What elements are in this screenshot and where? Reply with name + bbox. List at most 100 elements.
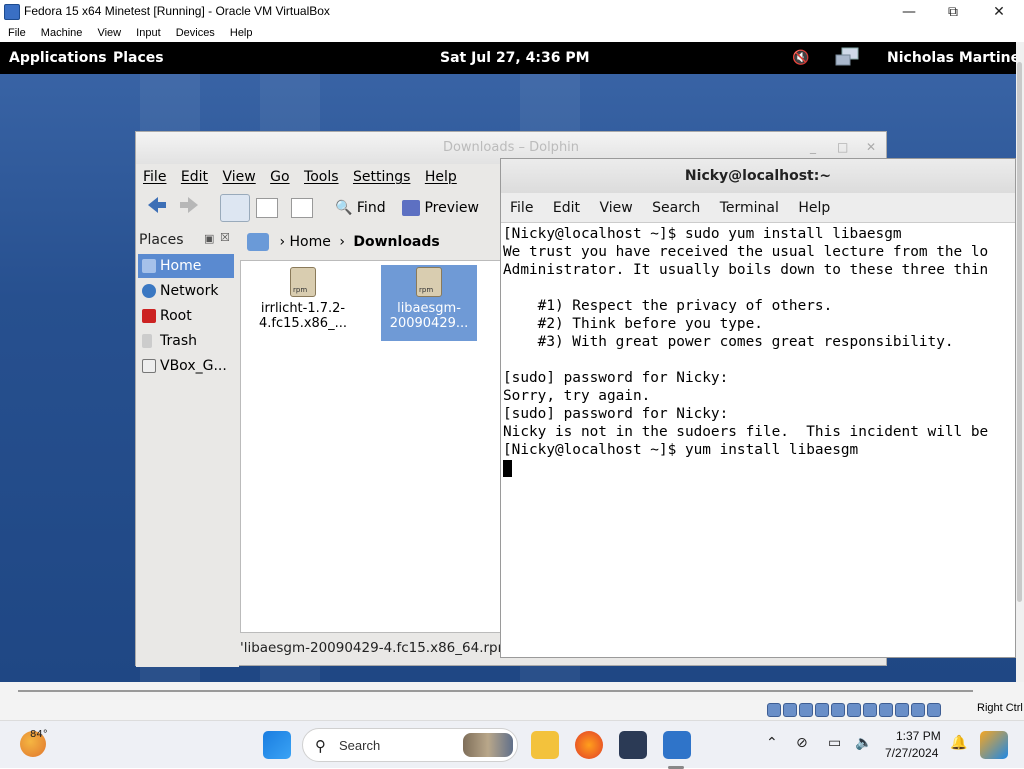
usb-icon[interactable] bbox=[831, 703, 845, 717]
copilot-icon[interactable] bbox=[980, 731, 1008, 759]
start-button-windows-icon[interactable] bbox=[263, 731, 291, 759]
file-explorer-icon[interactable] bbox=[531, 731, 559, 759]
terminal-line: ​ bbox=[503, 351, 1015, 369]
columns-view-button[interactable] bbox=[291, 198, 313, 218]
back-arrow-icon[interactable] bbox=[146, 194, 168, 216]
vbox-menu-file[interactable]: File bbox=[8, 24, 26, 42]
vbox-menu-devices[interactable]: Devices bbox=[176, 24, 215, 42]
panel-close-icon[interactable]: ☒ bbox=[220, 231, 230, 244]
dolphin-menu-edit[interactable]: Edit bbox=[181, 164, 208, 190]
optical-icon[interactable] bbox=[783, 703, 797, 717]
windows-taskbar: 84° ⚲ Search ⌃ ⊘ ▭ 🔈 1:37 PM 7/27/2024 🔔 bbox=[0, 720, 1024, 769]
breadcrumb-current[interactable]: Downloads bbox=[353, 234, 439, 250]
dolphin-menu-file[interactable]: File bbox=[143, 164, 166, 190]
search-box[interactable]: ⚲ Search bbox=[302, 728, 518, 762]
dolphin-menu-tools[interactable]: Tools bbox=[304, 164, 339, 190]
panel-detach-icon[interactable]: ▣ bbox=[204, 232, 214, 245]
place-label: Root bbox=[160, 308, 192, 324]
close-button[interactable]: ✕ bbox=[976, 0, 1022, 24]
terminal-line: [sudo] password for Nicky: bbox=[503, 406, 729, 422]
dolphin-minimize-icon[interactable]: _ bbox=[810, 140, 816, 154]
network-off-icon[interactable]: ⊘ bbox=[796, 735, 808, 751]
display-icon[interactable] bbox=[863, 703, 877, 717]
volume-muted-icon[interactable]: 🔇 bbox=[792, 50, 809, 66]
rpm-package-icon bbox=[290, 267, 316, 297]
hdd-icon[interactable] bbox=[767, 703, 781, 717]
sound-icon[interactable]: 🔈 bbox=[855, 735, 872, 751]
audio-icon[interactable] bbox=[799, 703, 813, 717]
places-menu[interactable]: Places bbox=[113, 50, 164, 66]
place-root[interactable]: Root bbox=[138, 304, 234, 328]
terminal-line: [Nicky@localhost ~]$ yum install libaesg… bbox=[503, 442, 859, 458]
panel-clock[interactable]: Sat Jul 27, 4:36 PM bbox=[440, 50, 590, 66]
vbox-menu-help[interactable]: Help bbox=[230, 24, 253, 42]
taskbar-date[interactable]: 7/27/2024 bbox=[885, 746, 938, 760]
terminal-line: Administrator. It usually boils down to … bbox=[503, 262, 989, 278]
taskbar-time[interactable]: 1:37 PM bbox=[896, 729, 941, 743]
minimize-button[interactable]: — bbox=[886, 0, 932, 24]
dolphin-menu-help[interactable]: Help bbox=[425, 164, 457, 190]
place-trash[interactable]: Trash bbox=[138, 329, 234, 353]
dolphin-maximize-icon[interactable]: □ bbox=[837, 140, 848, 154]
dolphin-menu-go[interactable]: Go bbox=[270, 164, 289, 190]
horizontal-scrollbar[interactable] bbox=[18, 690, 973, 692]
virtualbox-icon[interactable] bbox=[619, 731, 647, 759]
terminal-menu-search[interactable]: Search bbox=[652, 193, 700, 223]
places-header: Places bbox=[139, 232, 184, 248]
network-adapter-icon[interactable] bbox=[815, 703, 829, 717]
file-item[interactable]: irrlicht-1.7.2- 4.fc15.x86_... bbox=[255, 265, 351, 339]
vbox-vertical-scrollbar[interactable] bbox=[1016, 42, 1024, 682]
dolphin-menu-settings[interactable]: Settings bbox=[353, 164, 410, 190]
terminal-line: #1) Respect the privacy of others. bbox=[503, 298, 833, 314]
root-folder-icon bbox=[142, 309, 156, 323]
search-icon: ⚲ bbox=[315, 737, 326, 755]
preview-button[interactable]: Preview bbox=[402, 193, 479, 223]
icons-view-button[interactable] bbox=[220, 194, 250, 222]
user-menu[interactable]: Nicholas Martine bbox=[887, 50, 1016, 66]
place-label: Trash bbox=[160, 333, 197, 349]
breadcrumb-home[interactable]: Home bbox=[290, 234, 331, 250]
weather-temperature: 84° bbox=[30, 729, 48, 740]
network-icon[interactable] bbox=[834, 46, 862, 68]
scrollbar-thumb[interactable] bbox=[1017, 62, 1022, 602]
file-item-selected[interactable]: libaesgm- 20090429... bbox=[381, 265, 477, 341]
maximize-button[interactable]: ⧉ bbox=[930, 0, 976, 24]
terminal-menu-view[interactable]: View bbox=[599, 193, 632, 223]
vbox-status-bar: Right Ctrl bbox=[0, 682, 1024, 720]
recording-icon[interactable] bbox=[879, 703, 893, 717]
display-icon[interactable]: ▭ bbox=[828, 735, 841, 751]
place-network[interactable]: Network bbox=[138, 279, 234, 303]
vbox-menu-input[interactable]: Input bbox=[136, 24, 160, 42]
cpu-icon[interactable] bbox=[895, 703, 909, 717]
applications-menu[interactable]: Applications bbox=[9, 50, 107, 66]
notification-bell-icon[interactable]: 🔔 bbox=[950, 735, 967, 751]
preview-label: Preview bbox=[424, 200, 479, 216]
place-vbox-guest[interactable]: VBox_G... bbox=[138, 354, 234, 378]
terminal-menu-edit[interactable]: Edit bbox=[553, 193, 580, 223]
fedora-vm-icon[interactable] bbox=[663, 731, 691, 759]
shared-folder-icon[interactable] bbox=[847, 703, 861, 717]
find-button[interactable]: 🔍 Find bbox=[335, 193, 386, 223]
chevron-up-icon[interactable]: ⌃ bbox=[766, 735, 778, 751]
vbox-menubar: File Machine View Input Devices Help bbox=[0, 24, 1024, 42]
terminal-screen[interactable]: [Nicky@localhost ~]$ sudo yum install li… bbox=[501, 223, 1015, 657]
details-view-button[interactable] bbox=[256, 198, 278, 218]
terminal-menu-help[interactable]: Help bbox=[798, 193, 830, 223]
forward-arrow-icon[interactable] bbox=[178, 194, 200, 216]
home-folder-icon[interactable] bbox=[247, 233, 269, 251]
vbox-device-icons bbox=[767, 702, 943, 718]
dolphin-menu-view[interactable]: View bbox=[222, 164, 255, 190]
place-home[interactable]: Home bbox=[138, 254, 234, 278]
keyboard-icon[interactable] bbox=[927, 703, 941, 717]
firefox-icon[interactable] bbox=[575, 731, 603, 759]
vbox-menu-machine[interactable]: Machine bbox=[41, 24, 83, 42]
vbox-menu-view[interactable]: View bbox=[97, 24, 121, 42]
terminal-menu-terminal[interactable]: Terminal bbox=[720, 193, 779, 223]
search-highlight-image bbox=[463, 733, 513, 757]
place-label: Home bbox=[160, 258, 202, 274]
terminal-cursor bbox=[503, 459, 512, 477]
dolphin-close-icon[interactable]: ✕ bbox=[866, 140, 876, 154]
preview-icon bbox=[402, 200, 420, 216]
terminal-menu-file[interactable]: File bbox=[510, 193, 533, 223]
mouse-integration-icon[interactable] bbox=[911, 703, 925, 717]
